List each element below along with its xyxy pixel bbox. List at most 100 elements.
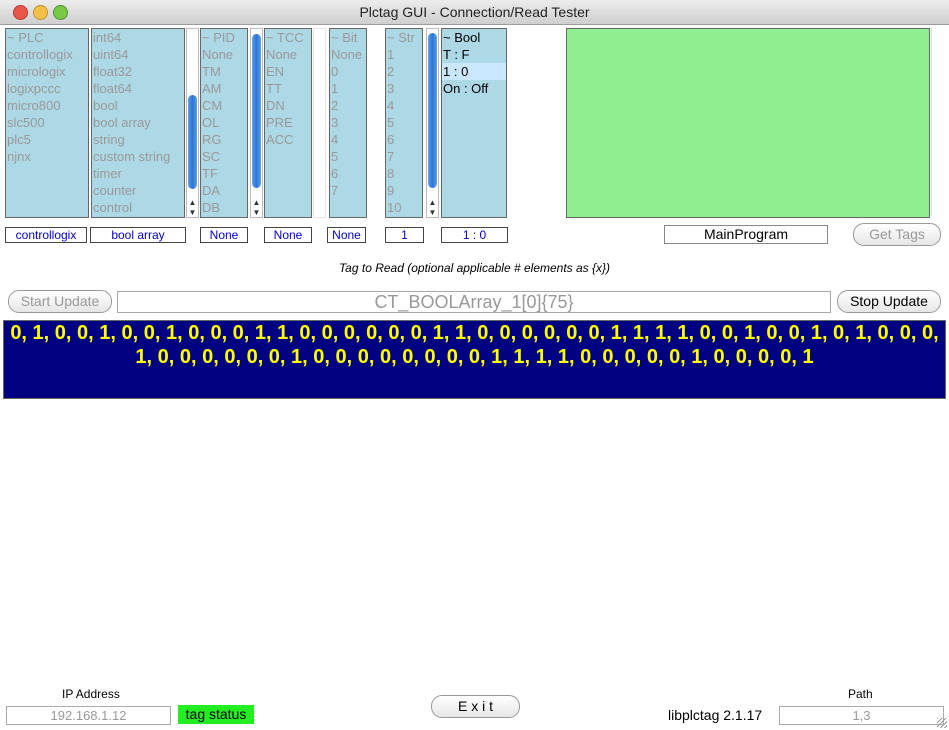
tag-list-scrollbar[interactable] — [931, 28, 942, 216]
stop-update-button[interactable]: Stop Update — [837, 290, 941, 313]
list-item[interactable]: DN — [265, 97, 311, 114]
list-item[interactable]: ~ TCC — [265, 29, 311, 46]
list-item[interactable]: 7 — [330, 182, 366, 199]
list-item[interactable]: 8 — [386, 165, 422, 182]
bit-list[interactable]: ~ Bit None 0 1 2 3 4 5 6 7 — [329, 28, 367, 218]
list-item[interactable]: 3 — [330, 114, 366, 131]
list-item[interactable]: None — [265, 46, 311, 63]
list-item[interactable]: TM — [201, 63, 247, 80]
list-item[interactable]: string — [92, 131, 184, 148]
list-item[interactable]: 1 : 0 — [442, 63, 506, 80]
list-item[interactable]: AM — [201, 80, 247, 97]
list-item[interactable]: ~ Str — [386, 29, 422, 46]
list-item[interactable]: 5 — [330, 148, 366, 165]
list-item[interactable]: ~ Bool — [442, 29, 506, 46]
path-label: Path — [848, 687, 873, 701]
list-item[interactable]: micro800 — [6, 97, 88, 114]
tcc-scrollbar[interactable] — [313, 28, 326, 218]
list-item[interactable]: controllogix — [6, 46, 88, 63]
scroll-down-icon[interactable]: ▼ — [187, 208, 198, 217]
pid-list[interactable]: ~ PID None TM AM CM OL RG SC TF DA DB — [200, 28, 248, 218]
scroll-down-icon[interactable]: ▼ — [251, 208, 262, 217]
exit-button[interactable]: E x i t — [431, 695, 520, 718]
list-item[interactable]: DA — [201, 182, 247, 199]
tcc-list[interactable]: ~ TCC None EN TT DN PRE ACC — [264, 28, 312, 218]
list-item[interactable]: micrologix — [6, 63, 88, 80]
list-item[interactable]: uint64 — [92, 46, 184, 63]
read-result-display: 0, 1, 0, 0, 1, 0, 0, 1, 0, 0, 0, 1, 1, 0… — [3, 320, 946, 399]
scroll-up-icon[interactable]: ▲ — [251, 198, 262, 207]
str-scrollbar[interactable]: ▲ ▼ — [426, 28, 439, 218]
title-bar: Plctag GUI - Connection/Read Tester — [0, 0, 949, 25]
list-item[interactable]: ACC — [265, 131, 311, 148]
list-item[interactable]: None — [201, 46, 247, 63]
list-item[interactable]: counter — [92, 182, 184, 199]
scrollbar-thumb[interactable] — [188, 95, 197, 189]
list-item[interactable]: 6 — [330, 165, 366, 182]
scrollbar-thumb[interactable] — [252, 34, 261, 188]
scrollbar-thumb[interactable] — [428, 33, 437, 188]
pid-scrollbar[interactable]: ▲ ▼ — [250, 28, 263, 218]
list-item[interactable]: custom string — [92, 148, 184, 165]
tag-name-input[interactable]: CT_BOOLArray_1[0]{75} — [117, 291, 831, 313]
list-item[interactable]: TF — [201, 165, 247, 182]
list-item[interactable]: float64 — [92, 80, 184, 97]
list-item[interactable]: TT — [265, 80, 311, 97]
list-item[interactable]: None — [330, 46, 366, 63]
list-item[interactable]: 9 — [386, 182, 422, 199]
window-title: Plctag GUI - Connection/Read Tester — [359, 4, 590, 20]
bool-format-list[interactable]: ~ Bool T : F1 : 0 On : Off — [441, 28, 507, 218]
list-item[interactable]: bool array — [92, 114, 184, 131]
tag-list-panel[interactable] — [566, 28, 930, 218]
data-type-list[interactable]: int64 uint64 float32 float64 bool bool array s… — [91, 28, 185, 218]
path-input[interactable]: 1,3 — [779, 706, 944, 725]
list-item[interactable]: 6 — [386, 131, 422, 148]
list-item[interactable]: 7 — [386, 148, 422, 165]
start-update-button[interactable]: Start Update — [8, 290, 112, 313]
selected-pid: None — [200, 227, 248, 243]
list-item[interactable]: ~ PLC — [6, 29, 88, 46]
list-item[interactable]: bool — [92, 97, 184, 114]
list-item[interactable]: control — [92, 199, 184, 216]
list-item[interactable]: CM — [201, 97, 247, 114]
list-item[interactable]: 2 — [386, 63, 422, 80]
list-item[interactable]: 2 — [330, 97, 366, 114]
list-item[interactable]: plc5 — [6, 131, 88, 148]
list-item[interactable]: slc500 — [6, 114, 88, 131]
list-item[interactable]: OL — [201, 114, 247, 131]
get-tags-button[interactable]: Get Tags — [853, 223, 941, 246]
list-item[interactable]: float32 — [92, 63, 184, 80]
data-type-scrollbar[interactable]: ▲ ▼ — [186, 28, 199, 218]
ip-address-input[interactable]: 192.168.1.12 — [6, 706, 171, 725]
scroll-down-icon[interactable]: ▼ — [427, 208, 438, 217]
list-item[interactable]: RG — [201, 131, 247, 148]
selected-bool-format: 1 : 0 — [441, 227, 508, 243]
list-item[interactable]: timer — [92, 165, 184, 182]
resize-grip-icon[interactable] — [937, 718, 947, 728]
list-item[interactable]: njnx — [6, 148, 88, 165]
list-item[interactable]: ~ Bit — [330, 29, 366, 46]
list-item[interactable]: DB — [201, 199, 247, 216]
list-item[interactable]: T : F — [442, 46, 506, 63]
list-item[interactable]: 1 — [386, 46, 422, 63]
list-item[interactable]: 4 — [386, 97, 422, 114]
list-item[interactable]: int64 — [92, 29, 184, 46]
scroll-up-icon[interactable]: ▲ — [187, 198, 198, 207]
scroll-up-icon[interactable]: ▲ — [427, 198, 438, 207]
plc-type-list[interactable]: ~ PLC controllogix micrologix logixpccc micr… — [5, 28, 89, 218]
list-item[interactable]: 4 — [330, 131, 366, 148]
list-item[interactable]: 1 — [330, 80, 366, 97]
list-item[interactable]: 0 — [330, 63, 366, 80]
list-item[interactable]: SC — [201, 148, 247, 165]
list-item[interactable]: logixpccc — [6, 80, 88, 97]
list-item[interactable]: PRE — [265, 114, 311, 131]
list-item[interactable]: ~ PID — [201, 29, 247, 46]
list-item[interactable]: 10 — [386, 199, 422, 216]
program-field[interactable]: MainProgram — [664, 225, 828, 244]
selected-bit: None — [327, 227, 366, 243]
list-item[interactable]: 3 — [386, 80, 422, 97]
list-item[interactable]: EN — [265, 63, 311, 80]
list-item[interactable]: On : Off — [442, 80, 506, 97]
list-item[interactable]: 5 — [386, 114, 422, 131]
str-list[interactable]: ~ Str 1 2 3 4 5 6 7 8 9 10 — [385, 28, 423, 218]
